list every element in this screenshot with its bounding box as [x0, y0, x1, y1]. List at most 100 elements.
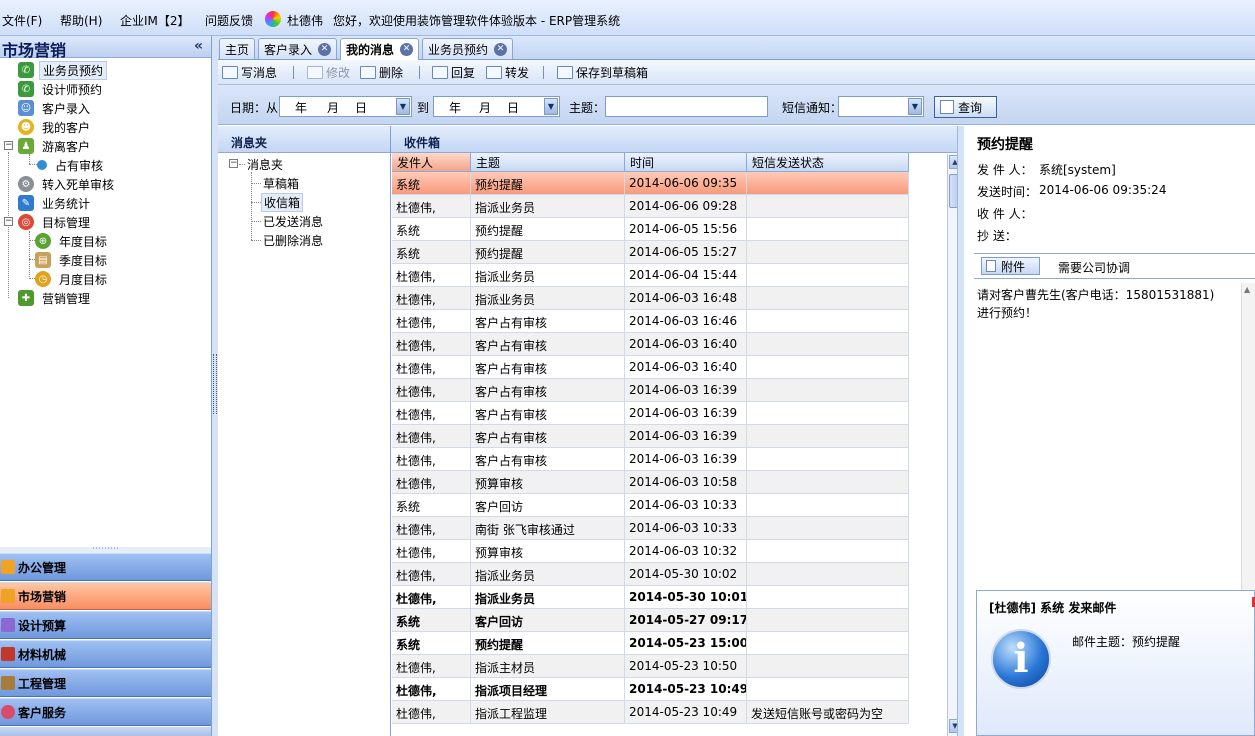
- column-header-subject[interactable]: 主题: [471, 153, 625, 172]
- chevron-down-icon[interactable]: ▼: [396, 98, 410, 115]
- tab-salesman-appointment[interactable]: 业务员预约 ✕: [422, 38, 514, 59]
- sidebar-item-business-stats[interactable]: ✎ 业务统计: [18, 194, 93, 212]
- sidebar-item-free-customers[interactable]: ♟ 游离客户: [18, 137, 93, 155]
- query-button[interactable]: 查询: [934, 96, 997, 118]
- close-icon[interactable]: ✕: [400, 43, 414, 56]
- edit-message-button[interactable]: 修改: [307, 64, 350, 81]
- preview-scrollbar[interactable]: ▲: [1241, 283, 1255, 603]
- table-row[interactable]: 系统 预约提醒 2014-06-05 15:56: [392, 218, 909, 241]
- cell-subject: 客户占有审核: [471, 425, 625, 447]
- table-row[interactable]: 杜德伟, 预算审核 2014-06-03 10:32: [392, 540, 909, 563]
- table-row[interactable]: 杜德伟, 预算审核 2014-06-03 10:58: [392, 471, 909, 494]
- cell-time: 2014-06-06 09:35: [625, 172, 747, 194]
- table-row[interactable]: 系统 预约提醒 2014-06-05 15:27: [392, 241, 909, 264]
- sidebar-item-my-customers[interactable]: ☻ 我的客户: [18, 118, 93, 136]
- close-icon[interactable]: ✕: [494, 42, 508, 56]
- reply-button[interactable]: 回复: [432, 64, 475, 81]
- table-row[interactable]: 杜德伟, 客户占有审核 2014-06-03 16:40: [392, 356, 909, 379]
- sidebar-item-designer-appointment[interactable]: ✆ 设计师预约: [18, 80, 105, 98]
- notification-popup[interactable]: [杜德伟] 系统 发来邮件 i 邮件主题：预约提醒: [976, 590, 1255, 736]
- users-icon: ☺: [18, 100, 34, 116]
- sidebar-item-monthly-target[interactable]: ◷ 月度目标: [35, 270, 110, 288]
- chevron-down-icon[interactable]: ▼: [908, 98, 922, 115]
- collapse-toggle-icon[interactable]: −: [229, 159, 238, 168]
- nav-customer-service[interactable]: 客户服务: [0, 698, 211, 726]
- table-row[interactable]: 杜德伟, 客户占有审核 2014-06-03 16:39: [392, 402, 909, 425]
- table-row[interactable]: 杜德伟, 指派工程监理 2014-05-23 10:49 发送短信账号或密码为空: [392, 701, 909, 724]
- nav-design-budget[interactable]: 设计预算: [0, 611, 211, 639]
- table-row[interactable]: 杜德伟, 客户占有审核 2014-06-03 16:39: [392, 425, 909, 448]
- reply-icon: [432, 66, 448, 79]
- tab-customer-entry[interactable]: 客户录入 ✕: [258, 38, 338, 59]
- table-row[interactable]: 杜德伟, 客户占有审核 2014-06-03 16:40: [392, 333, 909, 356]
- sms-select[interactable]: ▼: [838, 96, 924, 117]
- target-icon: ◎: [18, 214, 34, 230]
- menu-feedback[interactable]: 问题反馈: [205, 12, 253, 29]
- scroll-up-icon[interactable]: ▲: [1244, 285, 1250, 294]
- folder-root[interactable]: 消息夹: [247, 156, 283, 173]
- forward-button[interactable]: 转发: [486, 64, 529, 81]
- folder-deleted[interactable]: 已删除消息: [263, 232, 323, 249]
- table-row[interactable]: 杜德伟, 指派业务员 2014-06-06 09:28: [392, 195, 909, 218]
- column-header-time[interactable]: 时间: [625, 153, 747, 172]
- table-row[interactable]: 杜德伟, 客户占有审核 2014-06-03 16:39: [392, 379, 909, 402]
- cell-sender: 杜德伟,: [392, 563, 471, 585]
- sidebar-item-possession-review[interactable]: 占有审核: [37, 156, 106, 174]
- cell-time: 2014-06-05 15:56: [625, 218, 747, 240]
- menu-help[interactable]: 帮助(H): [60, 12, 102, 29]
- table-row[interactable]: 杜德伟, 指派主材员 2014-05-23 10:50: [392, 655, 909, 678]
- cell-sms-status: [747, 425, 909, 447]
- table-row[interactable]: 杜德伟, 指派业务员 2014-05-30 10:02: [392, 563, 909, 586]
- table-row[interactable]: 杜德伟, 指派项目经理 2014-05-23 10:49: [392, 678, 909, 701]
- preview-resize-grip[interactable]: [957, 126, 964, 736]
- cell-subject: 指派项目经理: [471, 678, 625, 700]
- service-icon: [1, 705, 15, 719]
- cell-subject: 指派工程监理: [471, 701, 625, 723]
- menu-file[interactable]: 文件(F): [2, 12, 42, 29]
- sidebar-item-dead-order-review[interactable]: ⚙ 转入死单审核: [18, 175, 117, 193]
- column-header-sender[interactable]: 发件人: [392, 153, 471, 172]
- table-row[interactable]: 杜德伟, 指派业务员 2014-06-04 15:44: [392, 264, 909, 287]
- sidebar-item-annual-target[interactable]: ⊕ 年度目标: [35, 232, 110, 250]
- sidebar-item-customer-entry[interactable]: ☺ 客户录入: [18, 99, 93, 117]
- nav-marketing[interactable]: 市场营销: [0, 582, 211, 610]
- date-from-picker[interactable]: 年 月 日 ▼: [279, 96, 412, 117]
- table-row[interactable]: 杜德伟, 指派业务员 2014-05-30 10:01: [392, 586, 909, 609]
- preview-title: 预约提醒: [977, 137, 1033, 153]
- sidebar-item-quarterly-target[interactable]: ▤ 季度目标: [35, 251, 110, 269]
- folder-sent[interactable]: 已发送消息: [263, 213, 323, 230]
- collapse-sidebar-icon[interactable]: «: [194, 38, 203, 54]
- subject-input[interactable]: [605, 96, 768, 117]
- nav-office-management[interactable]: 办公管理: [0, 553, 211, 581]
- nav-project-management[interactable]: 工程管理: [0, 669, 211, 697]
- table-row[interactable]: 系统 预约提醒 2014-06-06 09:35: [392, 172, 909, 195]
- menu-enterprise-im[interactable]: 企业IM【2】: [120, 12, 190, 29]
- chevron-down-icon[interactable]: ▼: [544, 98, 558, 115]
- sidebar-item-target-management[interactable]: ◎ 目标管理: [18, 213, 93, 231]
- table-row[interactable]: 杜德伟, 南街 张飞审核通过 2014-06-03 10:33: [392, 517, 909, 540]
- column-header-sms-status[interactable]: 短信发送状态: [747, 153, 909, 172]
- save-draft-button[interactable]: 保存到草稿箱: [557, 64, 648, 81]
- tab-my-messages[interactable]: 我的消息 ✕: [340, 38, 420, 60]
- table-row[interactable]: 系统 客户回访 2014-05-27 09:17: [392, 609, 909, 632]
- collapse-toggle-icon[interactable]: −: [4, 141, 13, 150]
- delete-icon: [360, 66, 376, 79]
- date-to-picker[interactable]: 年 月 日 ▼: [433, 96, 560, 117]
- table-row[interactable]: 杜德伟, 客户占有审核 2014-06-03 16:39: [392, 448, 909, 471]
- table-row[interactable]: 系统 预约提醒 2014-05-23 15:00: [392, 632, 909, 655]
- attachment-button[interactable]: 附件: [981, 257, 1040, 275]
- sidebar-item-marketing-management[interactable]: ✚ 营销管理: [18, 289, 93, 307]
- collapse-toggle-icon[interactable]: −: [4, 217, 13, 226]
- sidebar-item-salesman-appointment[interactable]: ✆ 业务员预约: [18, 60, 108, 80]
- delete-message-button[interactable]: 删除: [360, 64, 403, 81]
- close-icon[interactable]: ✕: [318, 42, 332, 56]
- table-row[interactable]: 杜德伟, 客户占有审核 2014-06-03 16:46: [392, 310, 909, 333]
- materials-icon: [1, 647, 15, 661]
- write-message-button[interactable]: 写消息: [222, 64, 277, 81]
- table-row[interactable]: 系统 客户回访 2014-06-03 10:33: [392, 494, 909, 517]
- folder-drafts[interactable]: 草稿箱: [263, 175, 299, 192]
- nav-materials-machinery[interactable]: 材料机械: [0, 640, 211, 668]
- tab-home[interactable]: 主页: [219, 38, 256, 59]
- table-row[interactable]: 杜德伟, 指派业务员 2014-06-03 16:48: [392, 287, 909, 310]
- folder-inbox[interactable]: 收信箱: [261, 193, 304, 212]
